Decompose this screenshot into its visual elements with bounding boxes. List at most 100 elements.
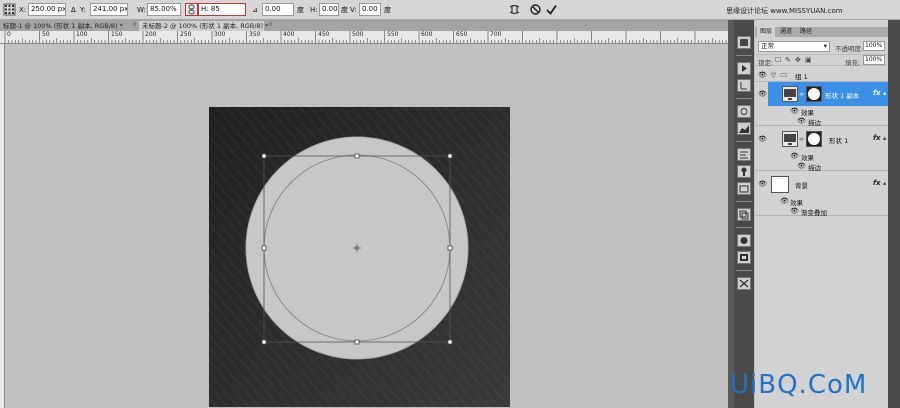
- ruler-ticks: [4, 31, 727, 43]
- y-label: Y:: [80, 6, 86, 14]
- delta-icon: ∆: [71, 6, 76, 14]
- effects-row: 👁 效果: [755, 151, 888, 163]
- group-name: 组 1: [795, 73, 808, 81]
- close-tab-1-icon[interactable]: ×: [131, 22, 138, 28]
- clone-source-icon[interactable]: [737, 165, 751, 178]
- tools-icon[interactable]: [737, 277, 751, 290]
- layer-row-shape-1[interactable]: 👁 ∞ 形状 1 fx ▴: [755, 127, 888, 151]
- chain-link-icon[interactable]: ∞: [799, 136, 804, 143]
- visibility-eye-icon[interactable]: 👁: [790, 108, 799, 115]
- lock-position-icon[interactable]: ✥: [795, 56, 801, 64]
- x-field[interactable]: 250.00 px: [28, 3, 66, 16]
- w-field[interactable]: 85.00%: [147, 3, 181, 16]
- expand-triangle-icon[interactable]: ▽: [771, 71, 776, 79]
- chain-link-icon[interactable]: ∞: [799, 91, 804, 98]
- adjustments-icon[interactable]: [737, 105, 751, 118]
- lock-all-icon[interactable]: ▣: [805, 56, 812, 64]
- visibility-eye-icon[interactable]: 👁: [758, 181, 767, 188]
- layer-thumbnail: [771, 176, 789, 193]
- opacity-field[interactable]: 100%: [863, 41, 885, 51]
- layer-comps-icon[interactable]: [737, 208, 751, 221]
- vector-mask-thumbnail: [806, 131, 822, 147]
- ruler-label: 50: [42, 31, 50, 38]
- ruler-label: 450: [318, 31, 330, 38]
- document-tab-2[interactable]: 未标题-2 @ 100% (形状 1 副本, RGB/8) *: [139, 21, 268, 31]
- x-label: X:: [19, 6, 27, 14]
- fx-badge[interactable]: fx: [873, 89, 881, 97]
- fill-field[interactable]: 100%: [863, 55, 885, 65]
- watermark-bottom: UiBQ.CoM: [730, 370, 868, 400]
- dock-divider: [736, 227, 752, 229]
- h-skew-field[interactable]: 0.00: [319, 3, 339, 16]
- ruler-label: 400: [283, 31, 295, 38]
- panel-scrollbar[interactable]: [888, 20, 900, 408]
- lock-transparent-icon[interactable]: ☐: [775, 56, 781, 64]
- visibility-eye-icon[interactable]: 👁: [758, 136, 767, 143]
- brush-presets-icon[interactable]: [737, 148, 751, 161]
- ruler-label: 600: [421, 31, 433, 38]
- visibility-eye-icon[interactable]: 👁: [758, 91, 767, 98]
- visibility-eye-icon[interactable]: 👁: [790, 208, 799, 215]
- layer-group-row[interactable]: 👁 ▽ ▭ 组 1: [755, 69, 888, 82]
- blend-mode-select[interactable]: 正常 ▾: [758, 41, 830, 52]
- vertical-ruler[interactable]: [0, 44, 5, 408]
- v-skew-unit: 度: [384, 6, 391, 14]
- h-skew-label: H:: [310, 6, 318, 14]
- visibility-eye-icon[interactable]: 👁: [758, 72, 767, 79]
- effects-row: 👁 效果: [755, 106, 888, 118]
- visibility-eye-icon[interactable]: 👁: [780, 198, 789, 205]
- tab-layers[interactable]: 图层: [757, 27, 776, 37]
- y-field[interactable]: 241.00 px: [90, 3, 128, 16]
- tab-channels[interactable]: 通道: [777, 27, 795, 37]
- collapse-effects-icon[interactable]: ▴: [883, 89, 886, 97]
- angle-field[interactable]: 0.00: [262, 3, 294, 16]
- collapse-effects-icon[interactable]: ▴: [883, 134, 886, 142]
- dock-divider: [736, 98, 752, 100]
- visibility-eye-icon[interactable]: 👁: [797, 118, 806, 125]
- reference-point-icon[interactable]: [3, 3, 16, 16]
- lock-image-icon[interactable]: ✎: [785, 56, 791, 64]
- document-tab-1[interactable]: 标题-1 @ 100% (形状 1 副本, RGB/8) *: [0, 21, 131, 31]
- masks-icon[interactable]: [737, 234, 751, 247]
- w-label: W:: [137, 6, 146, 14]
- layer-name: 背景: [795, 182, 808, 190]
- visibility-eye-icon[interactable]: 👁: [797, 163, 806, 170]
- h-field[interactable]: H: 85: [198, 3, 246, 16]
- swatches-icon[interactable]: [737, 251, 751, 264]
- close-tab-2-icon[interactable]: ×: [267, 22, 274, 28]
- visibility-eye-icon[interactable]: 👁: [790, 153, 799, 160]
- effects-row: 👁 效果: [755, 196, 888, 208]
- effect-stroke-row[interactable]: 👁 描边: [755, 161, 888, 172]
- horizontal-ruler[interactable]: 0 50 100 150 200 250 300 350 400 450 500…: [0, 31, 728, 44]
- collapse-effects-icon[interactable]: ▴: [883, 179, 886, 187]
- link-proportions-icon[interactable]: [185, 3, 198, 16]
- v-skew-field[interactable]: 0.00: [359, 3, 381, 16]
- tool-presets-icon[interactable]: [737, 182, 751, 195]
- effect-gradient-overlay-row[interactable]: 👁 渐变叠加: [755, 206, 888, 217]
- folder-icon: ▭: [780, 70, 788, 79]
- fx-badge[interactable]: fx: [873, 134, 881, 142]
- dock-divider: [736, 141, 752, 143]
- ruler-label: 300: [214, 31, 226, 38]
- document-canvas[interactable]: [6, 45, 728, 408]
- cancel-transform-icon[interactable]: [529, 3, 542, 16]
- ruler-label: 350: [249, 31, 261, 38]
- canvas-workspace[interactable]: [6, 45, 728, 408]
- layer-row-background[interactable]: 👁 背景 fx ▴: [755, 172, 888, 196]
- tab-paths[interactable]: 路径: [797, 27, 815, 37]
- history-icon[interactable]: [737, 79, 751, 92]
- layers-panel-icon[interactable]: [737, 36, 751, 49]
- fx-badge[interactable]: fx: [873, 179, 881, 187]
- layer-name: 形状 1: [829, 137, 849, 145]
- ruler-label: 0: [7, 31, 11, 38]
- document-tab-label: 未标题-2 @ 100% (形状 1 副本, RGB/8) *: [142, 22, 269, 30]
- effect-stroke-row[interactable]: 👁 描边: [755, 116, 888, 127]
- dock-divider: [736, 270, 752, 272]
- histogram-icon[interactable]: [737, 122, 751, 135]
- panel-tab-bar: 图层 通道 路径: [755, 27, 888, 37]
- warp-mode-icon[interactable]: [508, 3, 521, 16]
- play-action-icon[interactable]: [737, 62, 751, 75]
- vector-mask-thumbnail: [806, 86, 822, 102]
- commit-transform-icon[interactable]: [545, 3, 558, 16]
- layer-row-shape-1-copy[interactable]: 👁 ∞ 形状 1 副本 fx ▴: [755, 82, 888, 106]
